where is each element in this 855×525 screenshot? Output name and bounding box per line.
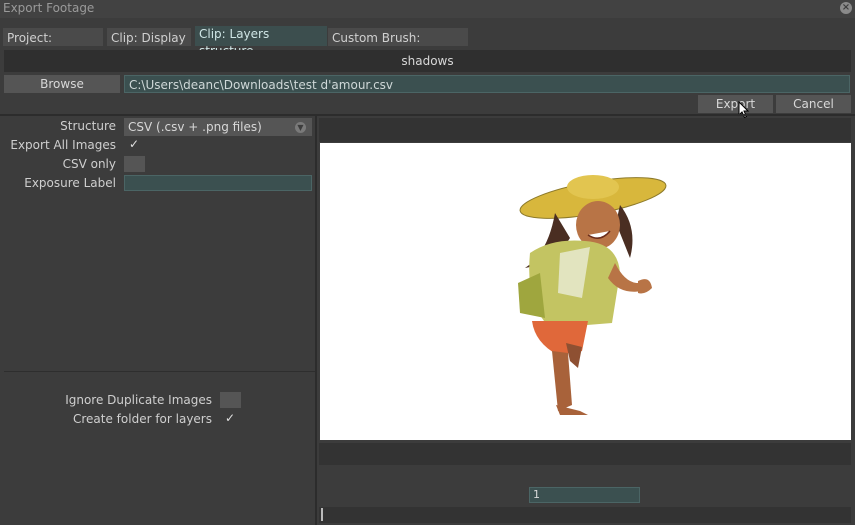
csv-only-label: CSV only [62, 157, 116, 171]
frame-number-field[interactable]: 1 [529, 487, 640, 503]
cancel-button[interactable]: Cancel [776, 95, 851, 113]
close-icon[interactable]: × [840, 2, 852, 14]
exposure-label-label: Exposure Label [24, 176, 116, 190]
scrubber-handle[interactable] [321, 508, 323, 521]
tab-clip-layers-structure[interactable]: Clip: Layers structure [195, 26, 327, 58]
browse-button[interactable]: Browse [4, 75, 120, 93]
structure-label: Structure [60, 119, 116, 133]
create-folder-checkbox[interactable]: ✓ [225, 411, 235, 425]
tab-bar: Project: Display Clip: Display Clip: Lay… [0, 26, 855, 65]
layer-name-header: shadows [4, 50, 851, 72]
tab-custom-brush-display[interactable]: Custom Brush: Display [328, 28, 468, 65]
preview-footer [319, 443, 851, 465]
chevron-down-icon: ▼ [295, 122, 306, 133]
structure-select-value: CSV (.csv + .png files) [128, 120, 262, 134]
divider [0, 114, 855, 116]
mouse-cursor-icon [738, 101, 750, 119]
exposure-label-field[interactable] [124, 175, 312, 191]
csv-only-checkbox[interactable] [124, 156, 145, 172]
preview-canvas [320, 143, 851, 440]
character-preview-image [518, 175, 667, 415]
output-path-field[interactable]: C:\Users\deanc\Downloads\test d'amour.cs… [124, 75, 850, 93]
preview-toolbar [319, 118, 851, 142]
export-button[interactable]: Export [698, 95, 773, 113]
ignore-duplicates-checkbox[interactable] [220, 392, 241, 408]
timeline-scrubber[interactable] [319, 507, 851, 523]
structure-select[interactable]: CSV (.csv + .png files) ▼ [124, 118, 312, 136]
tab-clip-display[interactable]: Clip: Display [107, 28, 191, 46]
tab-project-display[interactable]: Project: Display [3, 28, 103, 65]
create-folder-label: Create folder for layers [72, 412, 212, 426]
window-title: Export Footage [3, 1, 95, 15]
export-all-images-label: Export All Images [10, 138, 116, 152]
panel-divider[interactable] [315, 116, 317, 525]
title-bar [0, 0, 855, 18]
export-all-images-checkbox[interactable]: ✓ [129, 137, 139, 151]
options-divider [4, 371, 315, 372]
ignore-duplicates-label: Ignore Duplicate Images [65, 393, 212, 407]
